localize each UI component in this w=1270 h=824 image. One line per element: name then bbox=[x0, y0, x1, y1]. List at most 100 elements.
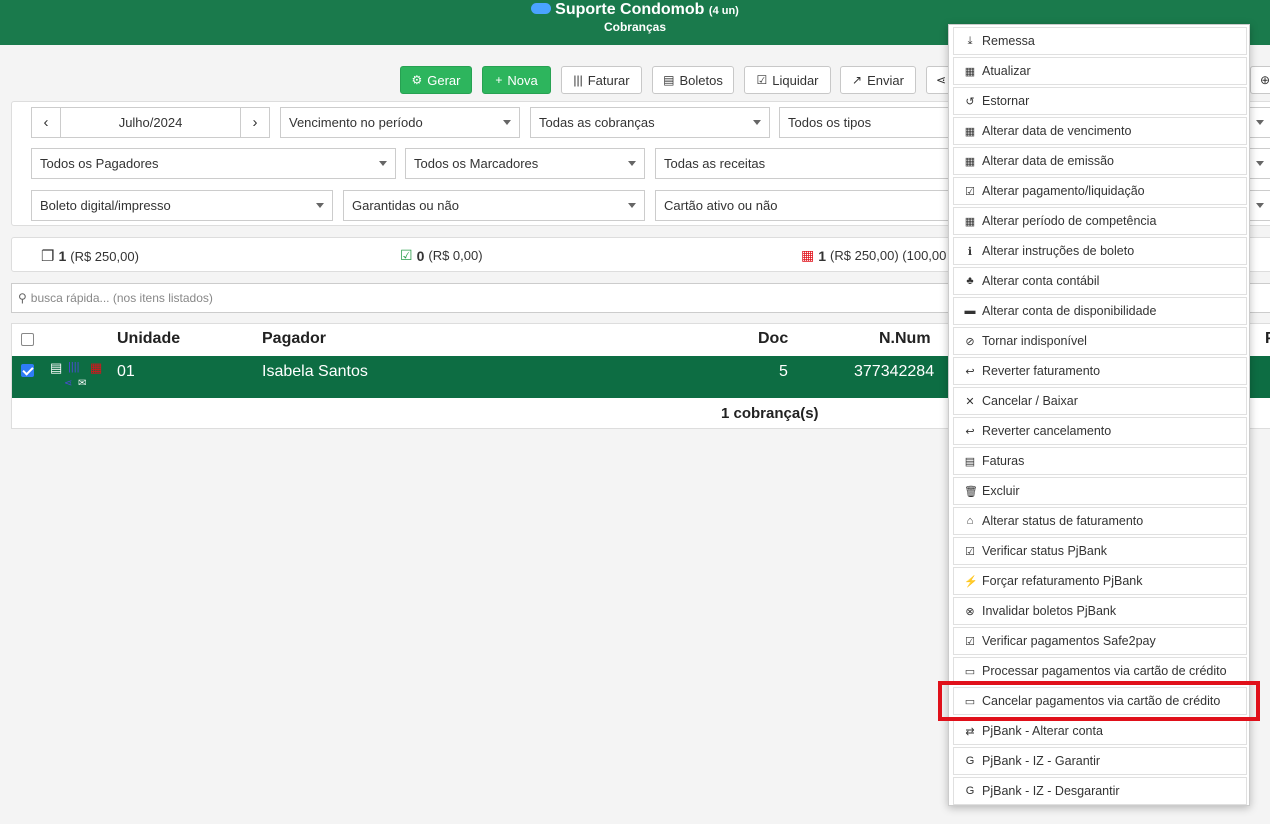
menu-item-10[interactable]: ▬ Alterar conta de disponibilidade bbox=[953, 297, 1247, 325]
row-checkbox[interactable] bbox=[21, 364, 34, 377]
menu-item-25[interactable]: G PjBank - IZ - Garantir bbox=[953, 747, 1247, 775]
receitas-value: Todas as receitas bbox=[664, 156, 766, 171]
vencimento-select[interactable]: Vencimento no período bbox=[280, 107, 520, 138]
header-nnum[interactable]: N.Num bbox=[879, 330, 931, 348]
print-icon: ▤ bbox=[964, 455, 976, 468]
calculator-icon: ▦ bbox=[964, 65, 976, 78]
extra-select-1[interactable] bbox=[1248, 107, 1270, 138]
menu-item-12[interactable]: ↩ Reverter faturamento bbox=[953, 357, 1247, 385]
check-square-icon: ☑ bbox=[400, 247, 413, 263]
garantidas-select[interactable]: Garantidas ou não bbox=[343, 190, 645, 221]
menu-item-label: Faturas bbox=[982, 454, 1025, 468]
month-display[interactable]: Julho/2024 bbox=[60, 107, 241, 138]
header-unidade[interactable]: Unidade bbox=[117, 330, 180, 348]
liquidar-button[interactable]: ☑ Liquidar bbox=[744, 66, 831, 94]
menu-item-16[interactable]: 🗑 Excluir bbox=[953, 477, 1247, 505]
ban-icon: ⊘ bbox=[965, 335, 975, 348]
menu-item-19[interactable]: ⚡ Forçar refaturamento PjBank bbox=[953, 567, 1247, 595]
menu-item-label: Reverter faturamento bbox=[982, 364, 1101, 378]
calendar-icon: ▦ bbox=[964, 215, 976, 228]
share-icon: ↗ bbox=[852, 73, 863, 87]
menu-item-label: Atualizar bbox=[982, 64, 1031, 78]
menu-item-label: Verificar pagamentos Safe2pay bbox=[982, 634, 1156, 648]
times-icon: ✕ bbox=[965, 395, 975, 408]
menu-item-label: Alterar pagamento/liquidação bbox=[982, 184, 1145, 198]
cell-doc: 5 bbox=[779, 363, 788, 380]
barcode-icon: ||| bbox=[573, 73, 583, 87]
prev-month-button[interactable]: ‹ bbox=[31, 107, 61, 138]
share-nodes-icon: ⋖ bbox=[935, 73, 947, 87]
menu-item-2[interactable]: ▦ Atualizar bbox=[953, 57, 1247, 85]
marcadores-value: Todos os Marcadores bbox=[414, 156, 539, 171]
menu-item-label: PjBank - Alterar conta bbox=[982, 724, 1103, 738]
cobrancas-select[interactable]: Todas as cobranças bbox=[530, 107, 770, 138]
tipos-value: Todos os tipos bbox=[788, 115, 872, 130]
menu-item-label: Excluir bbox=[982, 484, 1020, 498]
menu-item-9[interactable]: ♣ Alterar conta contábil bbox=[953, 267, 1247, 295]
boletos-label: Boletos bbox=[679, 72, 723, 88]
enviar-button[interactable]: ↗ Enviar bbox=[840, 66, 916, 94]
bank-icon: ⌂ bbox=[966, 515, 974, 527]
menu-item-20[interactable]: ⊗ Invalidar boletos PjBank bbox=[953, 597, 1247, 625]
faturar-button[interactable]: ||| Faturar bbox=[561, 66, 642, 94]
month-label: Julho/2024 bbox=[118, 115, 183, 130]
times-circle-icon: ⊗ bbox=[965, 605, 975, 618]
archive-icon: ▬ bbox=[964, 305, 976, 317]
receitas-select[interactable]: Todas as receitas bbox=[655, 148, 959, 179]
menu-item-3[interactable]: ↺ Estornar bbox=[953, 87, 1247, 115]
menu-item-5[interactable]: ▦ Alterar data de emissão bbox=[953, 147, 1247, 175]
gerar-button[interactable]: ⚙ Gerar bbox=[400, 66, 472, 94]
exchange-icon: ⇄ bbox=[965, 725, 975, 738]
search-placeholder: busca rápida... (nos itens listados) bbox=[30, 291, 213, 305]
menu-item-6[interactable]: ☑ Alterar pagamento/liquidação bbox=[953, 177, 1247, 205]
menu-item-18[interactable]: ☑ Verificar status PjBank bbox=[953, 537, 1247, 565]
print-icon: ▤ bbox=[663, 73, 675, 87]
menu-item-label: Alterar período de competência bbox=[982, 214, 1157, 228]
header-pagador[interactable]: Pagador bbox=[262, 330, 326, 348]
select-all-checkbox[interactable] bbox=[21, 333, 34, 346]
menu-item-21[interactable]: ☑ Verificar pagamentos Safe2pay bbox=[953, 627, 1247, 655]
nova-button[interactable]: + Nova bbox=[482, 66, 551, 94]
tipos-select[interactable]: Todos os tipos bbox=[779, 107, 959, 138]
next-month-button[interactable]: › bbox=[240, 107, 270, 138]
menu-item-11[interactable]: ⊘ Tornar indisponível bbox=[953, 327, 1247, 355]
extra-select-3[interactable] bbox=[1248, 190, 1270, 221]
menu-item-15[interactable]: ▤ Faturas bbox=[953, 447, 1247, 475]
gear-icon: ⚙ bbox=[411, 73, 423, 87]
pagadores-select[interactable]: Todos os Pagadores bbox=[31, 148, 396, 179]
caret-down-icon bbox=[628, 203, 636, 208]
menu-item-8[interactable]: ℹ Alterar instruções de boleto bbox=[953, 237, 1247, 265]
boleto-value: Boleto digital/impresso bbox=[40, 198, 171, 213]
cartao-value: Cartão ativo ou não bbox=[664, 198, 778, 213]
menu-item-24[interactable]: ⇄ PjBank - Alterar conta bbox=[953, 717, 1247, 745]
menu-item-17[interactable]: ⌂ Alterar status de faturamento bbox=[953, 507, 1247, 535]
menu-item-1[interactable]: ⤓ Remessa bbox=[953, 27, 1247, 55]
cell-pagador: Isabela Santos bbox=[262, 363, 368, 380]
menu-item-label: Reverter cancelamento bbox=[982, 424, 1112, 438]
menu-item-13[interactable]: ✕ Cancelar / Baixar bbox=[953, 387, 1247, 415]
caret-down-icon bbox=[628, 161, 636, 166]
menu-item-26[interactable]: G PjBank - IZ - Desgarantir bbox=[953, 777, 1247, 805]
menu-item-label: Alterar conta contábil bbox=[982, 274, 1100, 288]
menu-item-7[interactable]: ▦ Alterar período de competência bbox=[953, 207, 1247, 235]
calendar-icon: ▦ bbox=[801, 247, 815, 263]
boleto-select[interactable]: Boleto digital/impresso bbox=[31, 190, 333, 221]
check-square-icon: ☑ bbox=[756, 73, 768, 87]
marcadores-select[interactable]: Todos os Marcadores bbox=[405, 148, 645, 179]
vencimento-value: Vencimento no período bbox=[289, 115, 423, 130]
units-count: (4 un) bbox=[708, 5, 739, 17]
total-count: 1 bbox=[58, 248, 67, 264]
header-doc[interactable]: Doc bbox=[758, 330, 788, 348]
header-extra[interactable]: P bbox=[1265, 330, 1270, 348]
boletos-button[interactable]: ▤ Boletos bbox=[652, 66, 734, 94]
add-button[interactable]: ⊕ bbox=[1250, 66, 1270, 94]
extra-select-2[interactable] bbox=[1248, 148, 1270, 179]
caret-down-icon bbox=[1256, 120, 1264, 125]
cartao-select[interactable]: Cartão ativo ou não bbox=[655, 190, 959, 221]
copy-icon: ❐ bbox=[41, 248, 55, 265]
caret-down-icon bbox=[1256, 203, 1264, 208]
menu-item-14[interactable]: ↩ Reverter cancelamento bbox=[953, 417, 1247, 445]
reply-icon: ↩ bbox=[965, 365, 975, 378]
menu-item-4[interactable]: ▦ Alterar data de vencimento bbox=[953, 117, 1247, 145]
menu-item-label: Processar pagamentos via cartão de crédi… bbox=[982, 664, 1227, 678]
